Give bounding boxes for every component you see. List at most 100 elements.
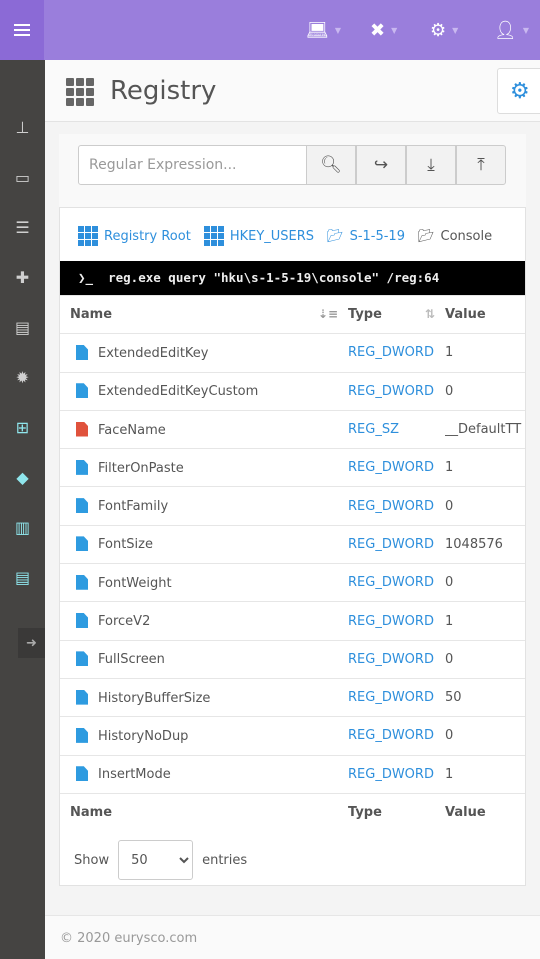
row-type[interactable]: REG_DWORD bbox=[348, 563, 445, 602]
breadcrumb: Registry Root HKEY_USERS 📂︎ S-1-5-19 📂︎ Co… bbox=[78, 226, 492, 246]
upload-icon: ⤒ bbox=[477, 155, 485, 175]
file-icon bbox=[76, 574, 88, 590]
sidebar-item-windows[interactable]: ⊞ bbox=[0, 412, 45, 442]
breadcrumb-hkey-users[interactable]: HKEY_USERS bbox=[203, 226, 314, 246]
search-button[interactable]: 🔍︎ bbox=[306, 145, 356, 185]
row-name[interactable]: HistoryNoDup bbox=[60, 716, 348, 756]
table-row[interactable]: HistoryNoDup REG_DWORD 0 bbox=[60, 716, 525, 756]
row-type[interactable]: REG_DWORD bbox=[348, 716, 445, 756]
footer-header-name: Name bbox=[60, 792, 348, 832]
row-name[interactable]: FilterOnPaste bbox=[60, 448, 348, 487]
table-row[interactable]: InsertMode REG_DWORD 1 bbox=[60, 754, 525, 794]
table-row[interactable]: FilterOnPaste REG_DWORD 1 bbox=[60, 448, 525, 487]
row-type[interactable]: REG_DWORD bbox=[348, 524, 445, 564]
table-row[interactable]: ExtendedEditKey REG_DWORD 1 bbox=[60, 333, 525, 373]
file-icon bbox=[76, 689, 88, 705]
sidebar-item-clipboard-plus[interactable]: ✚ bbox=[0, 262, 45, 292]
menu-toggle-button[interactable] bbox=[0, 0, 44, 60]
row-type[interactable]: REG_DWORD bbox=[348, 754, 445, 794]
sign-in-icon: ➜ bbox=[26, 635, 37, 651]
sidebar-item-list[interactable]: ☰ bbox=[0, 212, 45, 242]
sidebar-item-certificate[interactable]: ✹ bbox=[0, 362, 45, 392]
breadcrumb-sid[interactable]: 📂︎ S-1-5-19 bbox=[327, 229, 405, 244]
row-name[interactable]: InsertMode bbox=[60, 754, 348, 794]
row-name[interactable]: FullScreen bbox=[60, 639, 348, 679]
sidebar-item-tag[interactable]: ◆ bbox=[0, 462, 45, 492]
table-row[interactable]: FullScreen REG_DWORD 0 bbox=[60, 639, 525, 679]
row-value: 0 bbox=[445, 639, 525, 679]
share-icon: ↪ bbox=[373, 155, 389, 175]
row-name[interactable]: FontWeight bbox=[60, 563, 348, 602]
certificate-icon: ✹ bbox=[15, 367, 30, 387]
sidebar-collapse-button[interactable]: ➜ bbox=[18, 628, 45, 658]
user-menu-button[interactable]: 👤︎ ▼ bbox=[494, 18, 529, 42]
grid-icon bbox=[78, 226, 98, 246]
upload-button[interactable]: ⤒ bbox=[456, 145, 506, 185]
row-name[interactable]: FaceName bbox=[60, 409, 348, 449]
search-icon: 🔍︎ bbox=[320, 155, 342, 175]
row-type[interactable]: REG_DWORD bbox=[348, 601, 445, 641]
column-header-name[interactable]: Name ⇣≡ bbox=[60, 294, 348, 334]
regex-search-input[interactable] bbox=[78, 145, 307, 185]
tools-icon: ✖ bbox=[370, 19, 386, 41]
row-value: 0 bbox=[445, 371, 525, 411]
sidebar-item-server-clock[interactable]: ▤ bbox=[0, 562, 45, 592]
table-row[interactable]: ForceV2 REG_DWORD 1 bbox=[60, 601, 525, 641]
cogs-icon: ⚙ bbox=[430, 19, 447, 41]
page-length: Show 50 entries bbox=[74, 840, 247, 880]
row-name[interactable]: FontSize bbox=[60, 524, 348, 564]
table-row[interactable]: FontFamily REG_DWORD 0 bbox=[60, 486, 525, 526]
sidebar-item-sitemap[interactable]: ⊥ bbox=[0, 112, 45, 142]
table-row[interactable]: FontSize REG_DWORD 1048576 bbox=[60, 524, 525, 564]
table-row[interactable]: ExtendedEditKeyCustom REG_DWORD 0 bbox=[60, 371, 525, 411]
sidebar bbox=[0, 60, 45, 959]
sort-desc-icon: ⇣≡ bbox=[317, 307, 338, 322]
file-icon bbox=[76, 613, 88, 629]
user-icon: 👤︎ bbox=[494, 19, 517, 41]
row-type[interactable]: REG_DWORD bbox=[348, 486, 445, 526]
row-type[interactable]: REG_DWORD bbox=[348, 639, 445, 679]
file-icon bbox=[76, 651, 88, 667]
file-icon bbox=[76, 727, 88, 743]
row-type[interactable]: REG_DWORD bbox=[348, 333, 445, 373]
page-title: Registry bbox=[110, 76, 217, 106]
row-name[interactable]: ForceV2 bbox=[60, 601, 348, 641]
sidebar-item-monitor-chart[interactable]: ▭ bbox=[0, 162, 45, 192]
file-chart-icon: ▤ bbox=[14, 317, 31, 337]
gear-icon: ⚙ bbox=[510, 79, 530, 104]
breadcrumb-registry-root[interactable]: Registry Root bbox=[78, 226, 191, 246]
table-row[interactable]: HistoryBufferSize REG_DWORD 50 bbox=[60, 677, 525, 717]
table-row[interactable]: FaceName REG_SZ __DefaultTT bbox=[60, 409, 525, 449]
sidebar-item-barcode[interactable]: ▥ bbox=[0, 512, 45, 542]
row-type[interactable]: REG_DWORD bbox=[348, 371, 445, 411]
share-button[interactable]: ↪ bbox=[356, 145, 406, 185]
row-type[interactable]: REG_DWORD bbox=[348, 448, 445, 487]
sidebar-item-file-chart[interactable]: ▤ bbox=[0, 312, 45, 342]
page-length-select[interactable]: 50 bbox=[118, 840, 194, 880]
row-value: 0 bbox=[445, 716, 525, 756]
row-type[interactable]: REG_DWORD bbox=[348, 677, 445, 717]
column-header-type[interactable]: Type ⇅ bbox=[348, 294, 445, 334]
file-icon bbox=[76, 421, 88, 437]
settings-button[interactable]: ⚙ bbox=[497, 68, 540, 114]
download-button[interactable]: ⤓ bbox=[406, 145, 456, 185]
row-type[interactable]: REG_SZ bbox=[348, 409, 445, 449]
row-name[interactable]: ExtendedEditKeyCustom bbox=[60, 371, 348, 411]
row-name[interactable]: ExtendedEditKey bbox=[60, 333, 348, 373]
footer: © 2020 eurysco.com bbox=[45, 915, 540, 959]
row-name[interactable]: FontFamily bbox=[60, 486, 348, 526]
computer-menu-button[interactable]: 💻︎ ▼ bbox=[306, 18, 341, 42]
row-value: 0 bbox=[445, 486, 525, 526]
table-row[interactable]: FontWeight REG_DWORD 0 bbox=[60, 563, 525, 602]
windows-icon: ⊞ bbox=[15, 417, 30, 437]
row-value: 1 bbox=[445, 601, 525, 641]
tools-menu-button[interactable]: ✖ ▼ bbox=[370, 18, 397, 42]
folder-open-icon: 📂︎ bbox=[417, 228, 435, 244]
footer-header-type: Type bbox=[348, 792, 445, 832]
row-name[interactable]: HistoryBufferSize bbox=[60, 677, 348, 717]
row-value: 1 bbox=[445, 333, 525, 373]
settings-menu-button[interactable]: ⚙ ▼ bbox=[430, 18, 458, 42]
grid-icon bbox=[66, 78, 94, 106]
row-value: 50 bbox=[445, 677, 525, 717]
column-header-value[interactable]: Value bbox=[445, 294, 525, 334]
